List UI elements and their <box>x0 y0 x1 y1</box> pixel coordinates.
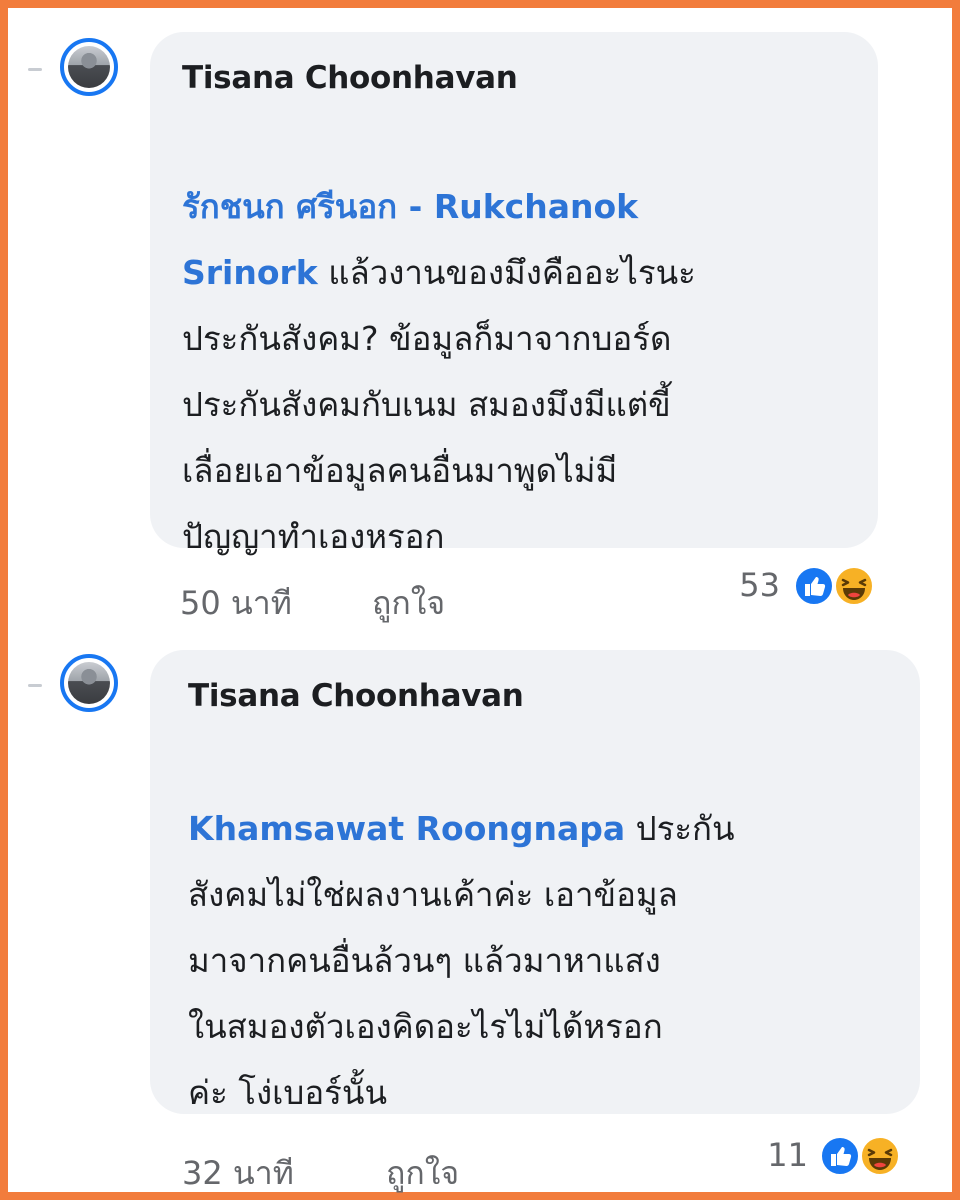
comment-text-rest: สังคมไม่ใช่ผลงานเค้าค่ะ เอาข้อมูล มาจากค… <box>188 875 678 1112</box>
comment-body: Khamsawat Roongnapa ประกันสังคมไม่ใช่ผลง… <box>188 730 908 1126</box>
avatar[interactable] <box>60 654 118 712</box>
screenshot-frame: Tisana Choonhavan รักชนก ศรีนอก - Rukcha… <box>0 0 960 1200</box>
haha-icon[interactable] <box>834 566 874 606</box>
comment-text-rest: ประกันสังคม? ข้อมูลก็มาจากบอร์ด ประกันสั… <box>182 319 672 556</box>
mention-link[interactable]: Khamsawat Roongnapa <box>188 809 625 848</box>
mention-link[interactable]: รักชนก ศรีนอก - Rukchanok <box>182 187 638 226</box>
comment-timestamp[interactable]: 32 นาที <box>182 1148 294 1199</box>
reaction-count[interactable]: 11 <box>736 1136 808 1174</box>
haha-icon[interactable] <box>860 1136 900 1176</box>
reaction-count[interactable]: 53 <box>708 566 780 604</box>
comment-author[interactable]: Tisana Choonhavan <box>182 60 518 96</box>
like-button[interactable]: ถูกใจ <box>372 578 445 629</box>
avatar-photo <box>68 46 110 88</box>
like-icon[interactable] <box>820 1136 860 1176</box>
comment-body: รักชนก ศรีนอก - Rukchanok Srinork แล้วงาน… <box>182 108 872 570</box>
like-icon[interactable] <box>794 566 834 606</box>
like-button[interactable]: ถูกใจ <box>386 1148 459 1199</box>
comment-bubble: Tisana Choonhavan รักชนก ศรีนอก - Rukcha… <box>150 32 878 556</box>
avatar-photo <box>68 662 110 704</box>
comment-text-first: แล้วงานของมึงคืออะไรนะ <box>317 253 696 292</box>
comment-timestamp[interactable]: 50 นาที <box>180 578 292 629</box>
thread-line <box>28 68 42 71</box>
comment-bubble: Tisana Choonhavan Khamsawat Roongnapa ปร… <box>150 650 920 1114</box>
thread-line <box>28 684 42 687</box>
mention-link-continued[interactable]: Srinork <box>182 253 318 292</box>
avatar[interactable] <box>60 38 118 96</box>
comment-author[interactable]: Tisana Choonhavan <box>188 678 524 714</box>
comment-text-first: ประกัน <box>625 809 735 848</box>
